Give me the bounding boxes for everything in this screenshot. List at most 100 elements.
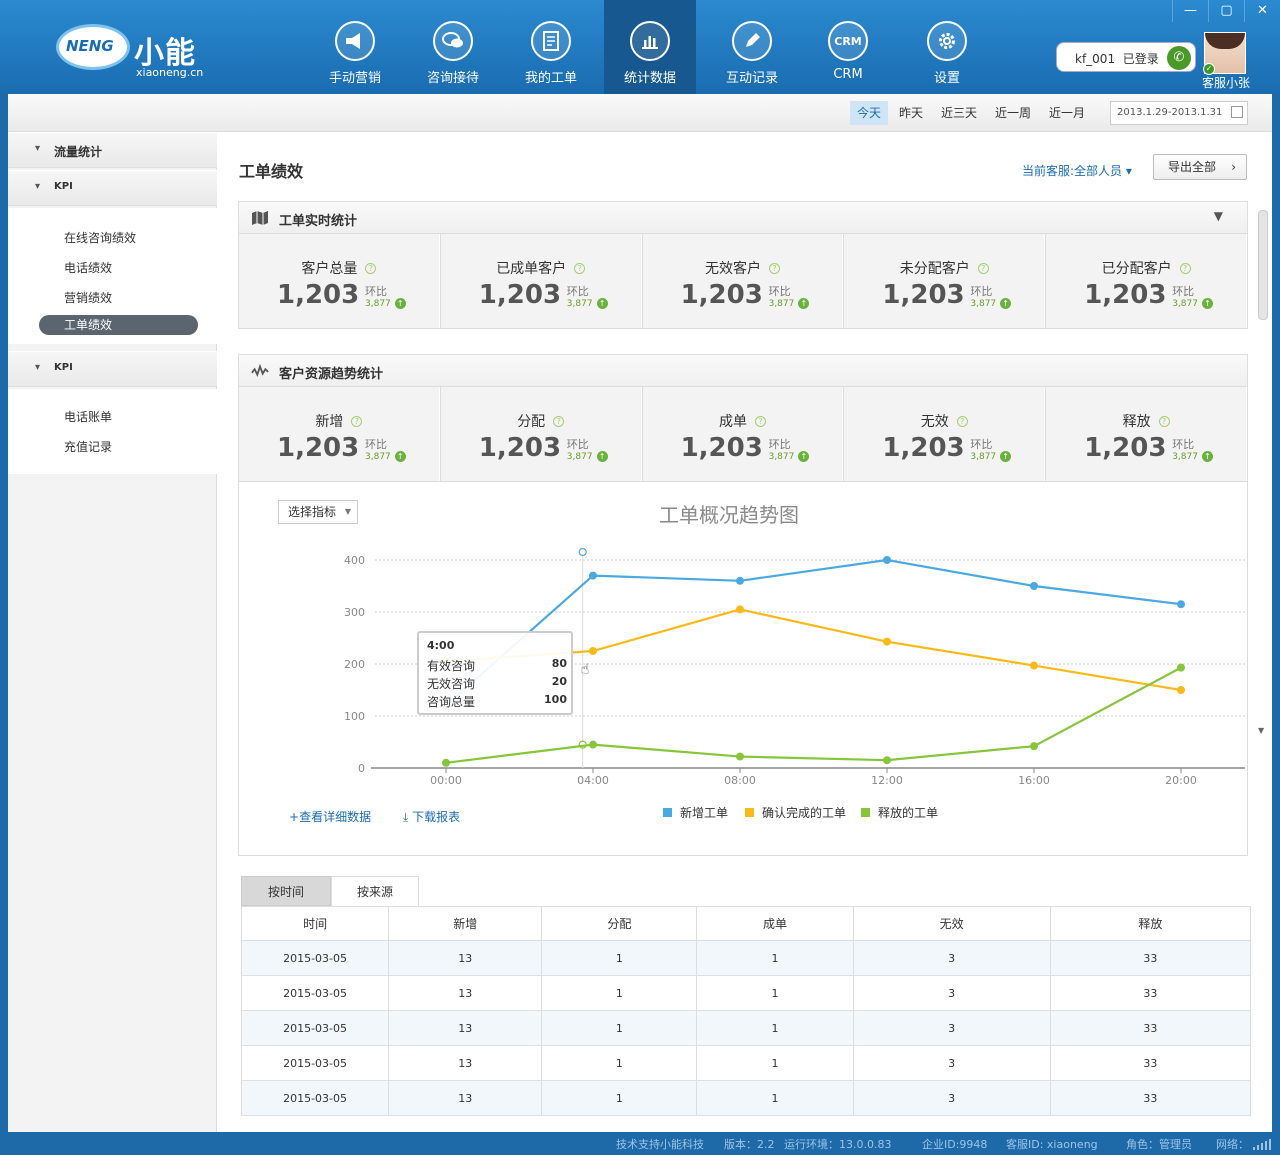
sidebar-item-online-consult[interactable]: 在线咨询绩效 <box>64 229 136 246</box>
chevron-right-icon: › <box>1231 160 1236 174</box>
sidebar: ▾ 流量统计 ▾ KPI 在线咨询绩效 电话绩效 营销绩效 工单绩效 ▾ KPI… <box>8 132 217 1132</box>
table-header-row: 时间 新增 分配 成单 无效 释放 <box>240 906 1252 941</box>
nav-statistics[interactable]: 统计数据 <box>604 0 696 94</box>
sidebar-item-phone-bill[interactable]: 电话账单 <box>64 408 112 425</box>
sidebar-group-kpi[interactable]: ▾ KPI <box>8 170 217 206</box>
legend-item[interactable]: 新增工单 <box>663 804 728 821</box>
panel-header: 客户资源趋势统计 <box>239 355 1247 387</box>
table-row[interactable]: 2015-03-05 13 1 1 3 33 <box>240 1080 1252 1116</box>
logo-badge: NENG <box>66 37 114 55</box>
nav-crm[interactable]: CRM CRM <box>806 0 890 94</box>
nav-settings[interactable]: 设置 <box>902 0 992 94</box>
help-icon[interactable]: ? <box>754 416 766 427</box>
legend-swatch <box>745 808 754 817</box>
arrow-up-icon: ↑ <box>596 451 608 462</box>
status-network: 网络： <box>1216 1138 1249 1151</box>
chevron-down-icon[interactable]: ▼ <box>1214 209 1223 223</box>
table-cell: 1 <box>696 975 854 1011</box>
avatar[interactable]: ✓ <box>1203 32 1246 75</box>
table-cell: 13 <box>388 1010 543 1046</box>
stat-card: 分配? 1,203 环比 3,877 ↑ <box>439 387 642 481</box>
table-cell: 1 <box>541 1045 698 1081</box>
chat-bubbles-icon <box>433 21 473 61</box>
phone-icon[interactable]: ✆ <box>1167 46 1191 70</box>
tab-by-time[interactable]: 按时间 <box>241 876 331 906</box>
agent-filter-dropdown[interactable]: 当前客服:全部人员 ▾ <box>1022 162 1132 179</box>
x-tick-label: 20:00 <box>1165 774 1197 787</box>
maximize-button[interactable]: ▢ <box>1208 0 1244 22</box>
view-detail-link[interactable]: +查看详细数据 <box>289 808 371 825</box>
scroll-down-arrow[interactable]: ▼ <box>1258 726 1264 735</box>
date-week-button[interactable]: 近一周 <box>988 101 1038 125</box>
sidebar-item-ticket[interactable]: 工单绩效 <box>39 315 198 335</box>
sidebar-item-marketing[interactable]: 营销绩效 <box>64 289 112 306</box>
help-icon[interactable]: ? <box>351 416 363 427</box>
date-month-button[interactable]: 近一月 <box>1042 101 1092 125</box>
tab-by-source[interactable]: 按来源 <box>331 876 419 906</box>
arrow-up-icon: ↑ <box>596 298 608 309</box>
login-status-box[interactable]: kf_001 已登录 ✆ <box>1056 42 1196 72</box>
stat-card: 无效客户? 1,203 环比 3,877 ↑ <box>641 234 844 328</box>
stat-card: 已分配客户? 1,203 环比 3,877 ↑ <box>1045 234 1247 328</box>
table-row[interactable]: 2015-03-05 13 1 1 3 33 <box>240 1010 1252 1046</box>
arrow-up-icon: ↑ <box>1201 298 1213 309</box>
legend-item[interactable]: 释放的工单 <box>861 804 938 821</box>
panel-header: 工单实时统计 ▼ <box>239 202 1247 234</box>
nav-my-tickets[interactable]: 我的工单 <box>506 0 596 94</box>
table-row[interactable]: 2015-03-05 13 1 1 3 33 <box>240 940 1252 976</box>
arrow-up-icon: ↑ <box>798 298 810 309</box>
help-icon[interactable]: ? <box>768 263 780 274</box>
y-tick-label: 300 <box>344 606 365 619</box>
sidebar-group-kpi-2[interactable]: ▾ KPI <box>8 351 217 387</box>
table-cell: 13 <box>388 1045 543 1081</box>
table-row[interactable]: 2015-03-05 13 1 1 3 33 <box>240 975 1252 1011</box>
minimize-button[interactable]: — <box>1172 0 1208 22</box>
help-icon[interactable]: ? <box>574 263 586 274</box>
help-icon[interactable]: ? <box>956 416 968 427</box>
sidebar-group-title: KPI <box>54 362 73 373</box>
date-yesterday-button[interactable]: 昨天 <box>892 101 930 125</box>
sidebar-item-phone[interactable]: 电话绩效 <box>64 259 112 276</box>
brand-logo: NENG 小能 xiaoneng.cn <box>52 16 222 80</box>
download-report-link[interactable]: ⤓ 下载报表 <box>403 808 460 825</box>
gear-icon <box>927 21 967 61</box>
calendar-icon[interactable] <box>1231 106 1243 118</box>
legend-item[interactable]: 确认完成的工单 <box>745 804 846 821</box>
tooltip-row: 无效咨询 20 <box>427 675 567 691</box>
vertical-scrollbar[interactable] <box>1258 210 1268 320</box>
sidebar-group-traffic[interactable]: ▾ 流量统计 <box>8 132 217 168</box>
date-range-input[interactable]: 2013.1.29-2013.1.31 <box>1110 101 1248 125</box>
metric-select-dropdown[interactable]: 选择指标 ▼ <box>278 500 358 524</box>
help-icon[interactable]: ? <box>977 263 989 274</box>
table-cell: 1 <box>541 940 698 976</box>
date-3days-button[interactable]: 近三天 <box>934 101 984 125</box>
nav-consult[interactable]: 咨询接待 <box>408 0 498 94</box>
help-icon[interactable]: ? <box>365 263 377 274</box>
chevron-down-icon: ▼ <box>344 507 351 516</box>
help-icon[interactable]: ? <box>1179 263 1191 274</box>
date-today-button[interactable]: 今天 <box>850 101 889 125</box>
table-cell: 33 <box>1049 1045 1252 1081</box>
nav-interaction-records[interactable]: 互动记录 <box>706 0 798 94</box>
nav-manual-marketing[interactable]: 手动营销 <box>310 0 400 94</box>
nav-label: 我的工单 <box>524 71 577 86</box>
chevron-down-icon: ▾ <box>35 362 41 373</box>
table-row[interactable]: 2015-03-05 13 1 1 3 33 <box>240 1045 1252 1081</box>
help-icon[interactable]: ? <box>553 416 565 427</box>
table-header-cell: 成单 <box>696 906 854 941</box>
arrow-up-icon: ↑ <box>1000 298 1012 309</box>
date-range-value: 2013.1.29-2013.1.31 <box>1117 107 1223 118</box>
help-icon[interactable]: ? <box>1158 416 1170 427</box>
status-env: 运行环境：13.0.0.83 <box>784 1138 892 1151</box>
series-point <box>442 758 450 767</box>
stat-row: 客户总量? 1,203 环比 3,877 ↑ 已成单客户? 1,203 环比 3,877 ↑ 无… <box>239 234 1247 328</box>
close-button[interactable]: ✕ <box>1244 0 1280 22</box>
status-role: 角色：管理员 <box>1126 1138 1192 1151</box>
series-point <box>1177 600 1185 609</box>
x-tick-label: 08:00 <box>724 774 756 787</box>
y-tick-label: 0 <box>358 762 365 775</box>
sidebar-item-recharge[interactable]: 充值记录 <box>64 438 112 455</box>
export-all-button[interactable]: 导出全部 › <box>1153 154 1247 180</box>
tooltip-row: 有效咨询 80 <box>427 657 567 673</box>
data-table: 时间 新增 分配 成单 无效 释放 2015-03-05 13 1 1 3 33 2015-03-05… <box>240 906 1252 1116</box>
